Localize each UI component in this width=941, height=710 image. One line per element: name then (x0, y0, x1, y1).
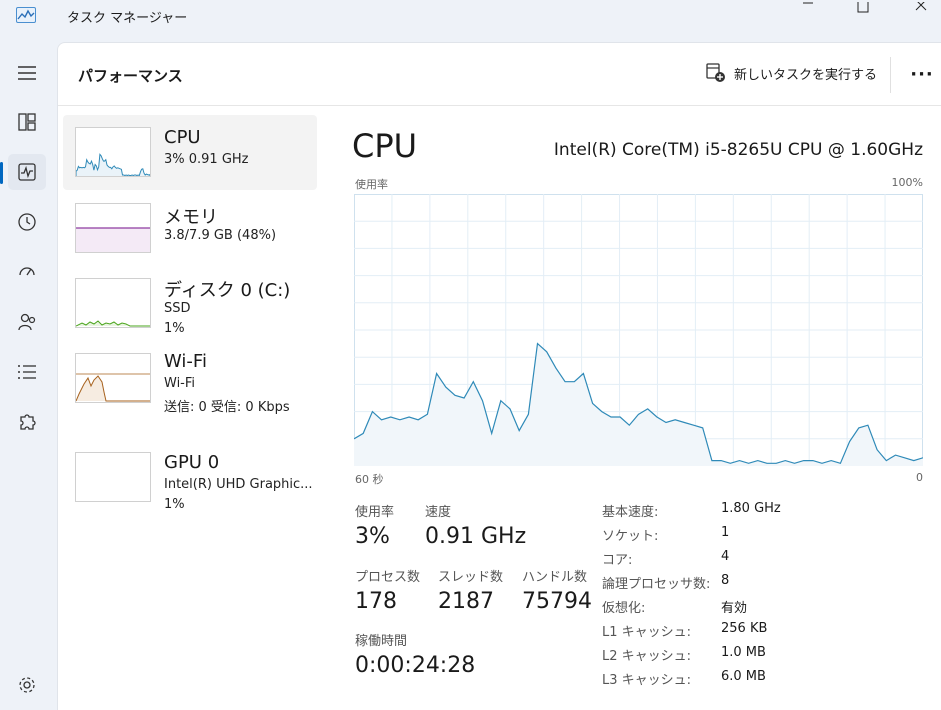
device-name: メモリ (164, 207, 218, 228)
history-icon (18, 213, 36, 231)
nav-startup-apps[interactable] (8, 254, 46, 290)
spec-label-base-speed: 基本速度: (602, 505, 659, 520)
device-name: Wi-Fi (164, 351, 207, 372)
thread-count-value: 2187 (438, 589, 494, 614)
page-header: パフォーマンス 新しいタスクを実行する ··· (58, 43, 941, 106)
close-button[interactable] (898, 0, 941, 16)
task-manager-app-icon (16, 7, 36, 23)
device-detail: SSD (164, 301, 191, 316)
spec-value-l2-cache: 1.0 MB (721, 645, 766, 660)
nav-details[interactable] (8, 354, 46, 390)
wifi-thumbnail-graph (75, 353, 151, 403)
device-detail: 3.8/7.9 GB (48%) (164, 228, 277, 243)
hamburger-menu-button[interactable] (8, 55, 46, 91)
more-options-button[interactable]: ··· (908, 61, 936, 87)
handle-count-value: 75794 (522, 589, 592, 614)
minimize-icon (803, 2, 813, 4)
active-nav-indicator (0, 162, 3, 184)
minimize-button[interactable] (785, 0, 831, 16)
usage-value: 3% (355, 524, 390, 549)
spec-value-l1-cache: 256 KB (721, 621, 768, 636)
title-bar: タスク マネージャー (0, 0, 941, 40)
usage-label: 使用率 (355, 505, 395, 520)
nav-performance[interactable] (8, 154, 46, 190)
cpu-thumbnail-graph (75, 127, 151, 177)
spec-value-virtualization: 有効 (721, 601, 748, 616)
device-detail: 3% 0.91 GHz (164, 152, 249, 167)
page-title: パフォーマンス (78, 67, 183, 85)
spec-label-l1-cache: L1 キャッシュ: (602, 625, 692, 640)
device-item-disk[interactable]: ディスク 0 (C:) SSD 1% (63, 266, 317, 341)
device-item-memory[interactable]: メモリ 3.8/7.9 GB (48%) (63, 191, 317, 266)
device-name: CPU (164, 127, 201, 148)
users-icon (18, 313, 36, 331)
performance-icon (18, 163, 36, 181)
processes-icon (18, 113, 36, 131)
close-icon (915, 2, 927, 11)
spec-value-sockets: 1 (721, 525, 730, 540)
spec-value-logical-processors: 8 (721, 573, 730, 588)
graph-label-bottom-left: 60 秒 (355, 473, 384, 486)
thread-count-label: スレッド数 (438, 570, 504, 585)
device-detail-2: 1% (164, 321, 185, 336)
services-puzzle-icon (20, 414, 36, 430)
spec-label-sockets: ソケット: (602, 529, 659, 544)
device-item-cpu[interactable]: CPU 3% 0.91 GHz (63, 115, 317, 190)
spec-label-logical-processors: 論理プロセッサ数: (602, 577, 711, 592)
disk-thumbnail-graph (75, 278, 151, 328)
maximize-button[interactable] (840, 0, 886, 16)
nav-users[interactable] (8, 304, 46, 340)
speed-label: 速度 (425, 505, 452, 520)
speed-value: 0.91 GHz (425, 524, 527, 549)
detail-title: CPU (352, 127, 418, 165)
header-divider (890, 57, 891, 93)
hamburger-icon (18, 66, 36, 80)
device-detail-2: 送信: 0 受信: 0 Kbps (164, 400, 290, 415)
nav-processes[interactable] (8, 104, 46, 140)
memory-thumbnail-graph (75, 203, 151, 253)
handle-count-label: ハンドル数 (522, 570, 588, 585)
process-count-label: プロセス数 (355, 570, 421, 585)
graph-label-top-left: 使用率 (355, 178, 388, 191)
run-task-icon (706, 63, 725, 82)
device-detail: Wi-Fi (164, 376, 196, 391)
gear-icon (19, 677, 35, 693)
nav-app-history[interactable] (8, 204, 46, 240)
main-panel: パフォーマンス 新しいタスクを実行する ··· CPU 3% 0.91 GHz … (57, 42, 941, 710)
maximize-icon (857, 2, 869, 13)
spec-value-cores: 4 (721, 549, 730, 564)
startup-gauge-icon (19, 267, 35, 276)
more-dots-icon: ··· (910, 63, 934, 85)
device-item-wifi[interactable]: Wi-Fi Wi-Fi 送信: 0 受信: 0 Kbps (63, 341, 317, 416)
device-name: GPU 0 (164, 452, 220, 473)
nav-settings[interactable] (8, 667, 46, 703)
uptime-value: 0:00:24:28 (355, 653, 476, 678)
spec-label-l3-cache: L3 キャッシュ: (602, 673, 692, 688)
spec-label-cores: コア: (602, 553, 633, 568)
spec-label-virtualization: 仮想化: (602, 601, 646, 616)
details-list-icon (18, 365, 36, 379)
cpu-usage-graph (354, 194, 923, 466)
device-detail-2: 1% (164, 497, 185, 512)
nav-services[interactable] (8, 404, 46, 440)
run-new-task-button[interactable]: 新しいタスクを実行する (706, 63, 877, 83)
device-item-gpu[interactable]: GPU 0 Intel(R) UHD Graphic... 1% (63, 440, 317, 515)
device-detail: Intel(R) UHD Graphic... (164, 477, 313, 492)
uptime-label: 稼働時間 (355, 634, 408, 649)
gpu-thumbnail-graph (75, 452, 151, 502)
left-navigation (0, 40, 57, 710)
cpu-model-name: Intel(R) Core(TM) i5-8265U CPU @ 1.60GHz (553, 140, 923, 160)
graph-label-bottom-right: 0 (916, 471, 923, 484)
window-title: タスク マネージャー (67, 11, 188, 26)
spec-label-l2-cache: L2 キャッシュ: (602, 649, 692, 664)
graph-label-top-right: 100% (891, 176, 923, 189)
process-count-value: 178 (355, 589, 397, 614)
spec-value-base-speed: 1.80 GHz (721, 501, 781, 516)
run-task-label: 新しいタスクを実行する (734, 67, 878, 83)
device-name: ディスク 0 (C:) (164, 280, 291, 301)
spec-value-l3-cache: 6.0 MB (721, 669, 766, 684)
